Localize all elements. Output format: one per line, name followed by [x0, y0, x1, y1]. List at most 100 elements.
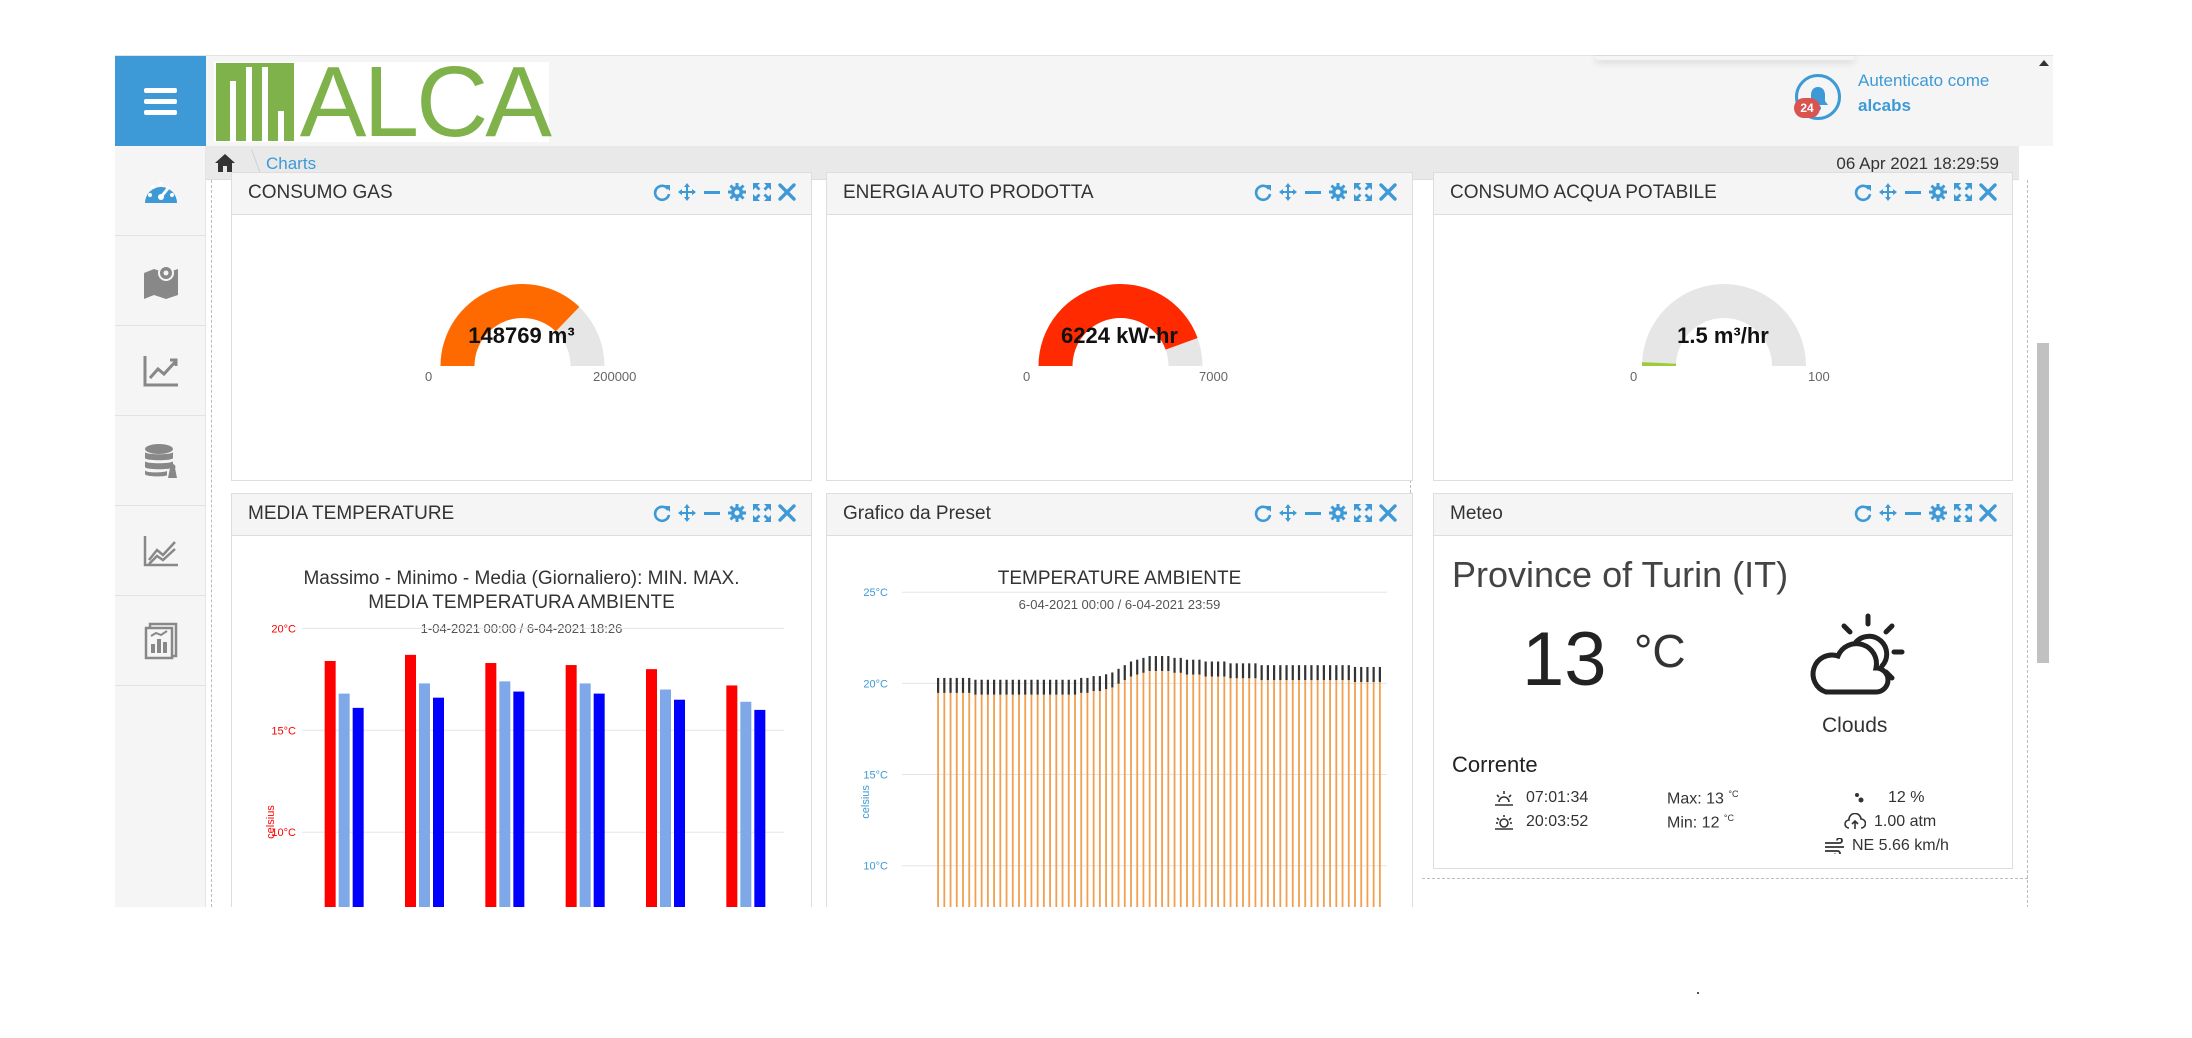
sidebar-item-database[interactable] — [115, 416, 206, 506]
bar-cap — [974, 679, 977, 695]
settings-button[interactable] — [726, 181, 747, 203]
bar — [1123, 680, 1126, 907]
panel-title: CONSUMO GAS — [248, 182, 393, 203]
bar — [1036, 694, 1039, 907]
bar — [1229, 678, 1232, 907]
bar-cap — [1310, 665, 1313, 681]
move-button[interactable] — [1277, 181, 1298, 203]
refresh-button[interactable] — [1852, 502, 1873, 524]
close-button[interactable] — [776, 181, 797, 203]
sunrise-time: 07:01:34 — [1526, 789, 1589, 806]
menu-button[interactable] — [115, 56, 206, 147]
refresh-button[interactable] — [1252, 181, 1273, 203]
bar — [1304, 680, 1307, 907]
bar — [1130, 676, 1132, 907]
fullscreen-button[interactable] — [1952, 181, 1973, 203]
minimize-button[interactable] — [1302, 181, 1323, 203]
y-tick-label: 20°C — [863, 678, 888, 690]
panel-consumo-gas: CONSUMO GAS 148769 m³ 0 200000 — [231, 172, 812, 481]
panel-meteo: Meteo Province of Turin (IT) 13 °C Cloud… — [1433, 493, 2013, 869]
breadcrumb-charts[interactable]: Charts — [266, 154, 316, 174]
bar-cap — [937, 677, 940, 693]
bar-cap — [1217, 661, 1220, 677]
gauge: 148769 m³ 0 200000 — [232, 215, 811, 480]
settings-button[interactable] — [1927, 181, 1948, 203]
scroll-up-icon[interactable] — [2039, 60, 2049, 66]
fullscreen-button[interactable] — [751, 181, 772, 203]
bar — [1360, 681, 1363, 907]
refresh-button[interactable] — [1852, 181, 1873, 203]
bar — [1092, 691, 1095, 907]
bar-cap — [1198, 659, 1201, 675]
bar-cap — [1049, 679, 1052, 695]
panel-toolbar — [1852, 502, 1998, 524]
sidebar-item-map[interactable] — [115, 236, 206, 326]
settings-icon — [1928, 183, 1947, 201]
sidebar-item-charts[interactable] — [115, 326, 206, 416]
bar — [579, 683, 591, 907]
y-tick-label: 15°C — [863, 770, 888, 782]
current-datetime: 06 Apr 2021 18:29:59 — [1836, 154, 1999, 173]
bar-cap — [1055, 679, 1058, 695]
line-chart-icon — [143, 355, 178, 386]
close-button[interactable] — [1977, 502, 1998, 524]
bar — [1316, 680, 1319, 907]
fullscreen-button[interactable] — [1952, 502, 1973, 524]
bar — [1378, 681, 1381, 907]
bar-cap — [1266, 665, 1269, 681]
bar-cap — [968, 677, 971, 693]
vertical-scrollbar[interactable] — [2037, 343, 2049, 663]
bar-cap — [993, 679, 996, 695]
settings-button[interactable] — [1327, 181, 1348, 203]
minimize-icon — [1904, 512, 1921, 515]
bar — [1074, 694, 1076, 907]
bar-cap — [1341, 665, 1344, 681]
minimize-button[interactable] — [1902, 502, 1923, 524]
database-icon — [144, 443, 177, 478]
minimize-icon — [1304, 191, 1321, 194]
gauge: 1.5 m³/hr 0 100 — [1434, 215, 2012, 480]
bar-cap — [1179, 657, 1182, 673]
sunrise-icon — [1495, 791, 1513, 806]
panel-energia-auto-prodotta: ENERGIA AUTO PRODOTTA 6224 kW-hr 0 7000 — [826, 172, 1413, 481]
gauge-value: 148769 m³ — [468, 323, 575, 348]
bar — [1322, 680, 1325, 907]
bar-cap — [955, 677, 958, 693]
fullscreen-button[interactable] — [1352, 181, 1373, 203]
close-button[interactable] — [1977, 181, 1998, 203]
bar — [1148, 671, 1151, 907]
sidebar-item-analysis[interactable] — [115, 506, 206, 596]
menu-icon — [144, 88, 177, 93]
move-icon — [1278, 183, 1297, 201]
bar-cap — [1254, 663, 1257, 679]
bar — [1310, 680, 1313, 907]
move-button[interactable] — [1877, 181, 1898, 203]
map-marker-icon — [143, 264, 178, 299]
bar-cap — [1080, 677, 1083, 693]
bar — [1354, 681, 1356, 907]
minimize-button[interactable] — [701, 181, 722, 203]
bar-chart-media: 20°C15°C10°C5°Ccelsius — [265, 623, 784, 907]
move-button[interactable] — [676, 181, 697, 203]
refresh-button[interactable] — [651, 181, 672, 203]
move-button[interactable] — [1877, 502, 1898, 524]
sidebar-item-dashboard[interactable] — [115, 146, 206, 236]
panel-toolbar — [1252, 181, 1398, 203]
user-menu[interactable]: Autenticato come alcabs — [1858, 68, 1989, 118]
humidity-icon — [1855, 793, 1864, 803]
bar — [1011, 694, 1014, 907]
minimize-button[interactable] — [1902, 181, 1923, 203]
sidebar-item-reports[interactable] — [115, 596, 206, 686]
settings-button[interactable] — [1927, 502, 1948, 524]
gauge-max: 200000 — [593, 369, 637, 384]
bar-cap — [1148, 656, 1151, 672]
home-icon[interactable] — [214, 153, 236, 173]
bar — [1080, 692, 1083, 907]
bar — [1167, 671, 1170, 907]
bar — [962, 692, 964, 907]
wind-value: NE 5.66 km/h — [1852, 837, 1949, 854]
bar-cap — [1260, 665, 1263, 681]
logo[interactable]: ALCA — [214, 55, 552, 152]
close-button[interactable] — [1377, 181, 1398, 203]
bar — [660, 689, 671, 907]
